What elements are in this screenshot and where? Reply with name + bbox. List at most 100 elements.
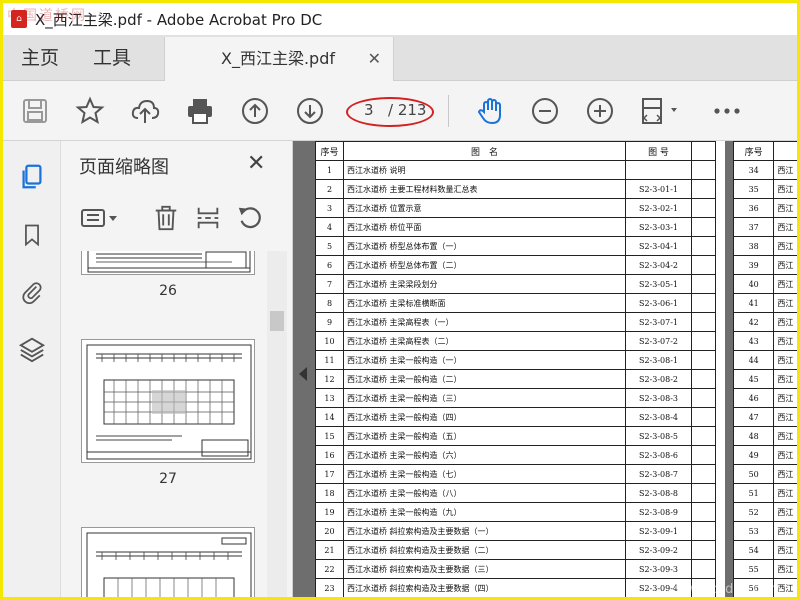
cell-name: 西江水道桥 斜拉索构造及主要数据（三） [343, 559, 626, 579]
zoom-in-icon[interactable] [584, 95, 616, 127]
cell-no: 41 [732, 293, 775, 313]
cell-name: 西江水道桥 说明 [343, 160, 626, 180]
table-row: 13 西江水道桥 主梁一般构造（三） S2-3-08-3 [315, 388, 716, 408]
save-icon[interactable] [19, 95, 51, 127]
page-up-icon[interactable] [239, 95, 271, 127]
cell-extra [691, 540, 716, 560]
cell-name: 西江水道桥 斜拉索构造及主要数据（二） [343, 540, 626, 560]
cell-name: 西江 [773, 236, 797, 256]
document-viewer[interactable]: 序号 图 名 图 号 1 西江水道桥 说明 2 西江水道桥 主要工程材料数量汇总表 S2… [293, 141, 797, 597]
thumbnail-label: 26 [159, 283, 177, 299]
tab-document[interactable]: X_西江主梁.pdf ✕ [164, 37, 394, 82]
more-icon[interactable] [709, 95, 745, 127]
table-row: 18 西江水道桥 主梁一般构造（八） S2-3-08-8 [315, 483, 716, 503]
thumbnail-label: 27 [159, 471, 177, 487]
cell-code: S2-3-02-1 [625, 198, 692, 218]
table-row: 35 西江 [732, 179, 797, 199]
table-row: 19 西江水道桥 主梁一般构造（九） S2-3-08-9 [315, 502, 716, 522]
table-row: 15 西江水道桥 主梁一般构造（五） S2-3-08-5 [315, 426, 716, 446]
cell-name: 西江 [773, 293, 797, 313]
cell-extra [691, 217, 716, 237]
close-icon[interactable]: ✕ [368, 37, 381, 81]
cell-extra [691, 255, 716, 275]
table-row: 53 西江 [732, 521, 797, 541]
panel-scrollbar[interactable] [267, 251, 287, 597]
toolbar: 3 / 213 [3, 81, 797, 141]
cell-no: 9 [315, 312, 344, 332]
extract-pages-icon[interactable] [193, 203, 223, 233]
tab-home[interactable]: 主页 [21, 35, 59, 81]
thumbnail-list[interactable]: 26 27 [61, 251, 293, 597]
scrollbar-thumb[interactable] [270, 311, 284, 331]
fit-page-icon[interactable] [639, 95, 683, 127]
cell-no: 12 [315, 369, 344, 389]
table-row: 40 西江 [732, 274, 797, 294]
cell-no: 54 [732, 540, 775, 560]
rotate-icon[interactable] [235, 203, 265, 233]
cell-name: 西江水道桥 主梁一般构造（二） [343, 369, 626, 389]
table-row: 8 西江水道桥 主梁标准横断面 S2-3-06-1 [315, 293, 716, 313]
cell-name: 西江水道桥 主梁一般构造（六） [343, 445, 626, 465]
cell-extra [691, 407, 716, 427]
cell-code: S2-3-08-7 [625, 464, 692, 484]
cell-extra [691, 198, 716, 218]
table-row: 49 西江 [732, 445, 797, 465]
page-down-icon[interactable] [294, 95, 326, 127]
cell-no: 5 [315, 236, 344, 256]
table-row: 47 西江 [732, 407, 797, 427]
cell-no: 47 [732, 407, 775, 427]
table-row: 20 西江水道桥 斜拉索构造及主要数据（一） S2-3-09-1 [315, 521, 716, 541]
cell-extra [691, 521, 716, 541]
options-menu-icon[interactable] [79, 203, 121, 233]
cell-name: 西江水道桥 桥型总体布置（一） [343, 236, 626, 256]
hand-icon[interactable] [474, 95, 506, 127]
collapse-panel-icon[interactable] [299, 367, 307, 381]
print-icon[interactable] [184, 95, 216, 127]
attachment-icon[interactable] [16, 275, 48, 307]
cell-no: 23 [315, 578, 344, 597]
table-row: 21 西江水道桥 斜拉索构造及主要数据（二） S2-3-09-2 [315, 540, 716, 560]
cell-name: 西江 [773, 426, 797, 446]
thumbnail-page-27[interactable] [81, 339, 255, 463]
bookmark-icon[interactable] [16, 219, 48, 251]
table-row: 54 西江 [732, 540, 797, 560]
zoom-out-icon[interactable] [529, 95, 561, 127]
layers-icon[interactable] [16, 333, 48, 365]
upload-icon[interactable] [129, 95, 161, 127]
tab-tools[interactable]: 工具 [93, 35, 131, 81]
cell-name: 西江 [773, 160, 797, 180]
trash-icon[interactable] [151, 203, 181, 233]
pdf-page: 序号 图 名 图 号 1 西江水道桥 说明 2 西江水道桥 主要工程材料数量汇总表 S2… [315, 141, 725, 597]
table-row: 22 西江水道桥 斜拉索构造及主要数据（三） S2-3-09-3 [315, 559, 716, 579]
cell-name: 西江 [773, 540, 797, 560]
cell-name: 西江 [773, 483, 797, 503]
cell-extra [691, 331, 716, 351]
thumbnail-page-26[interactable] [81, 251, 255, 275]
cell-no: 19 [315, 502, 344, 522]
cell-no: 34 [732, 160, 775, 180]
cell-extra [691, 236, 716, 256]
cell-code: S2-3-07-2 [625, 331, 692, 351]
cell-name: 西江水道桥 主梁一般构造（五） [343, 426, 626, 446]
cell-extra [691, 369, 716, 389]
thumbnail-page-28[interactable] [81, 527, 255, 597]
page-thumbnails-icon[interactable] [16, 161, 48, 193]
cell-code: S2-3-08-8 [625, 483, 692, 503]
table-row: 2 西江水道桥 主要工程材料数量汇总表 S2-3-01-1 [315, 179, 716, 199]
column-header-name [773, 141, 797, 161]
table-header-row: 序号 [732, 141, 797, 161]
acrobat-window: ⌂ X_西江主梁.pdf - Adobe Acrobat Pro DC 中国道桥… [0, 0, 800, 600]
table-row: 34 西江 [732, 160, 797, 180]
cell-extra [691, 483, 716, 503]
cell-name: 西江水道桥 斜拉索构造及主要数据（一） [343, 521, 626, 541]
cell-name: 西江 [773, 502, 797, 522]
star-icon[interactable] [74, 95, 106, 127]
close-icon[interactable]: ✕ [247, 151, 265, 176]
cell-name: 西江 [773, 407, 797, 427]
table-row: 4 西江水道桥 桥位平面 S2-3-03-1 [315, 217, 716, 237]
cell-name: 西江 [773, 255, 797, 275]
table-header-row: 序号 图 名 图 号 [315, 141, 716, 161]
pdf-page-right: 序号 34 西江 35 西江 36 西江 37 西江 38 西江 39 西江 40 西江 41 西江 42 西江 4… [732, 141, 797, 597]
table-row: 1 西江水道桥 说明 [315, 160, 716, 180]
cell-no: 39 [732, 255, 775, 275]
